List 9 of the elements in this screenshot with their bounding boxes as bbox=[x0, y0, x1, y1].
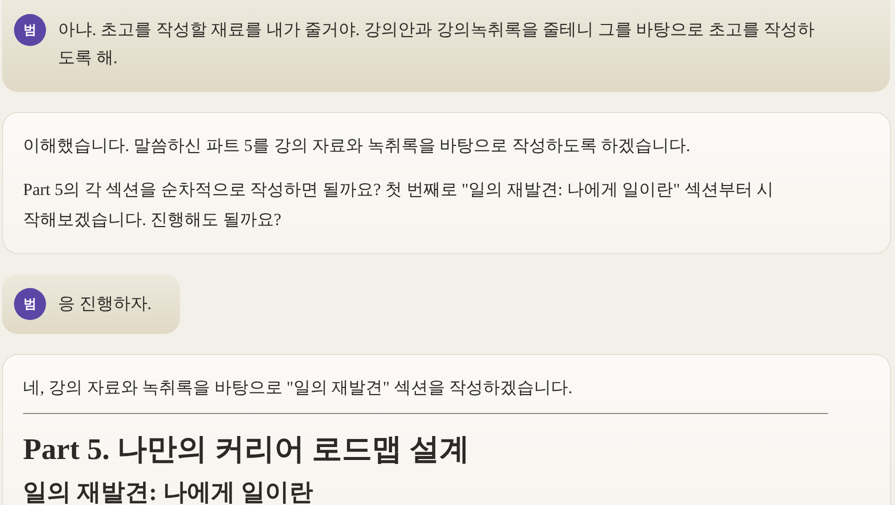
user-avatar: 범 bbox=[14, 288, 46, 320]
user-avatar: 범 bbox=[14, 14, 46, 46]
section-heading: Part 5. 나만의 커리어 로드맵 설계 bbox=[23, 432, 471, 468]
message-paragraph: 네, 강의 자료와 녹취록을 바탕으로 "일의 재발견" 섹션을 작성하겠습니다. bbox=[23, 377, 574, 399]
message-paragraph: Part 5의 각 섹션을 순차적으로 작성하면 될까요? 첫 번째로 "일의 재발견: 나에게 일이란" 섹션부터 시작해보겠습니다. 진행해도 될까요? bbox=[23, 179, 775, 231]
subsection-heading: 일의 재발견: 나에게 일이란 bbox=[23, 479, 314, 505]
message-paragraph: 이해했습니다. 말씀하신 파트 5를 강의 자료와 녹취록을 바탕으로 작성하도록 하겠습니다. bbox=[23, 135, 692, 157]
message-text: 응 진행하자. bbox=[58, 293, 152, 315]
message-text: 아냐. 초고를 작성할 재료를 내가 줄거야. 강의안과 강의녹취록을 줄테니 그를 바탕으로 초고를 작성하도록 해. bbox=[58, 19, 816, 69]
